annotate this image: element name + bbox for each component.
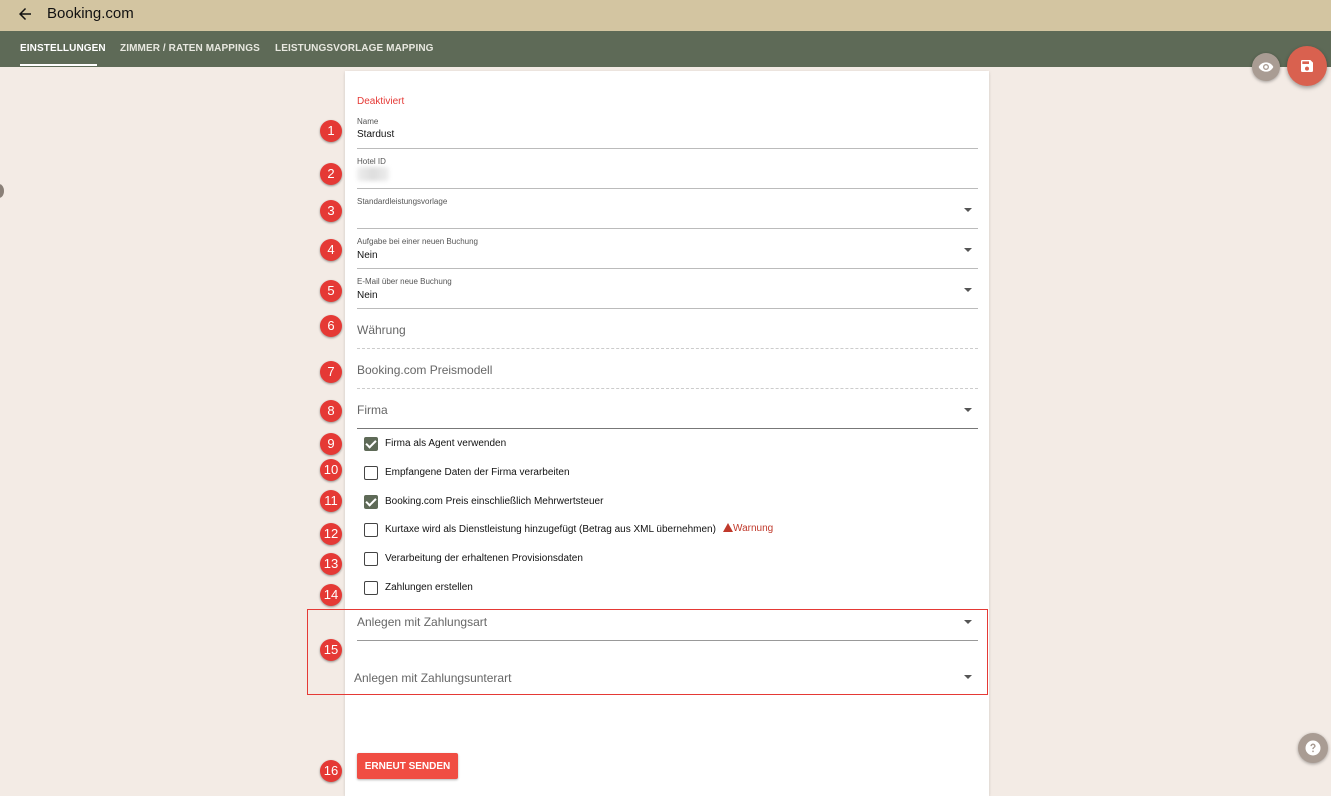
preview-button[interactable]: [1252, 53, 1280, 81]
annotation-marker: 6: [320, 315, 342, 337]
checkbox-tourist-tax-service[interactable]: [364, 523, 378, 537]
annotation-marker: 2: [320, 163, 342, 185]
annotation-marker: 10: [320, 459, 342, 481]
annotation-marker: 14: [320, 584, 342, 606]
annotation-marker: 12: [320, 523, 342, 545]
caret-down-icon[interactable]: [964, 408, 972, 412]
task-label: Aufgabe bei einer neuen Buchung: [357, 237, 478, 246]
caret-down-icon[interactable]: [964, 208, 972, 212]
payment-subtype-select[interactable]: Anlegen mit Zahlungsunterart: [354, 671, 511, 685]
hotel-id-underline: [357, 188, 978, 189]
currency-underline: [357, 348, 978, 349]
pricing-model-underline: [357, 388, 978, 389]
annotation-marker: 3: [320, 200, 342, 222]
annotation-marker: 16: [320, 760, 342, 782]
warning-badge[interactable]: Warnung: [723, 523, 773, 534]
annotation-marker: 11: [320, 490, 342, 512]
task-select[interactable]: Nein: [357, 250, 378, 261]
annotation-marker: 15: [320, 639, 342, 661]
caret-down-icon[interactable]: [964, 248, 972, 252]
checkbox-label: Booking.com Preis einschließlich Mehrwer…: [385, 496, 604, 507]
company-select[interactable]: Firma: [357, 403, 388, 417]
email-underline: [357, 308, 978, 309]
resend-button[interactable]: ERNEUT SENDEN: [357, 753, 458, 779]
warning-text: Warnung: [733, 523, 774, 534]
app-header: Booking.com: [0, 0, 1331, 31]
annotation-marker: 9: [320, 433, 342, 455]
company-underline: [357, 428, 978, 429]
help-button[interactable]: [1298, 733, 1328, 763]
hotel-id-field[interactable]: [357, 167, 389, 181]
pricing-model-field[interactable]: Booking.com Preismodell: [357, 363, 492, 377]
checkbox-commission-data[interactable]: [364, 552, 378, 566]
hotel-id-label: Hotel ID: [357, 157, 386, 166]
checkbox-label: Zahlungen erstellen: [385, 582, 473, 593]
email-select[interactable]: Nein: [357, 290, 378, 301]
tab-leistungsvorlage-mapping[interactable]: LEISTUNGSVORLAGE MAPPING: [275, 43, 434, 54]
checkbox-label: Firma als Agent verwenden: [385, 438, 507, 449]
task-underline: [357, 268, 978, 269]
warning-triangle-icon: [723, 523, 733, 532]
caret-down-icon[interactable]: [964, 620, 972, 624]
checkbox-label: Empfangene Daten der Firma verarbeiten: [385, 467, 570, 478]
checkbox-label: Verarbeitung der erhaltenen Provisionsda…: [385, 553, 583, 564]
annotation-marker: 4: [320, 239, 342, 261]
annotation-marker: 13: [320, 553, 342, 575]
annotation-marker: 7: [320, 361, 342, 383]
save-button[interactable]: [1287, 46, 1327, 86]
payment-type-underline: [357, 640, 978, 641]
name-field[interactable]: Stardust: [357, 129, 394, 140]
tab-einstellungen[interactable]: EINSTELLUNGEN: [20, 43, 106, 54]
floppy-disk-icon: [1301, 60, 1313, 72]
checkbox-create-payments[interactable]: [364, 581, 378, 595]
annotation-marker: 5: [320, 280, 342, 302]
checkbox-company-as-agent[interactable]: [364, 437, 378, 451]
caret-down-icon[interactable]: [964, 675, 972, 679]
name-underline: [357, 148, 978, 149]
payment-type-select[interactable]: Anlegen mit Zahlungsart: [357, 615, 487, 629]
eye-icon: [1258, 62, 1274, 72]
active-tab-indicator: [20, 64, 97, 66]
caret-down-icon[interactable]: [964, 288, 972, 292]
standard-template-select[interactable]: [357, 228, 978, 229]
tab-bar: EINSTELLUNGEN ZIMMER / RATEN MAPPINGS LE…: [0, 31, 1331, 67]
annotation-marker: 8: [320, 400, 342, 422]
currency-field[interactable]: Währung: [357, 323, 406, 337]
email-label: E-Mail über neue Buchung: [357, 277, 452, 286]
checkbox-price-incl-vat[interactable]: [364, 495, 378, 509]
page-title: Booking.com: [47, 5, 134, 22]
tab-zimmer-raten-mappings[interactable]: ZIMMER / RATEN MAPPINGS: [120, 43, 260, 54]
annotation-marker: 1: [320, 120, 342, 142]
name-label: Name: [357, 117, 379, 126]
side-handle[interactable]: [0, 184, 4, 198]
status-label: Deaktiviert: [357, 96, 405, 107]
standard-template-label: Standardleistungsvorlage: [357, 197, 448, 206]
checkbox-label: Kurtaxe wird als Dienstleistung hinzugef…: [385, 524, 716, 535]
checkbox-process-company-data[interactable]: [364, 466, 378, 480]
question-mark-icon: [1305, 740, 1321, 756]
arrow-left-icon[interactable]: [16, 5, 34, 23]
